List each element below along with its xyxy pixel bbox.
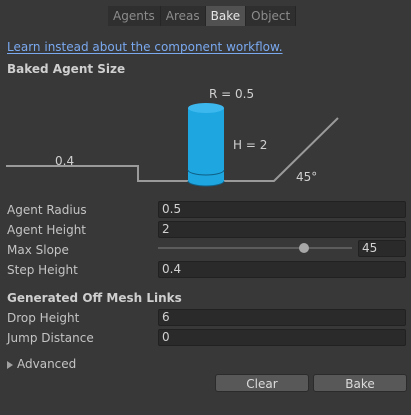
bake-button[interactable]: Bake (313, 374, 407, 392)
slope-label: 45° (296, 170, 317, 184)
navigation-bake-panel: Agents Areas Bake Object Learn instead a… (0, 0, 411, 415)
jump-distance-field[interactable]: 0 (158, 329, 406, 346)
component-workflow-link[interactable]: Learn instead about the component workfl… (7, 40, 283, 54)
drop-height-label: Drop Height (7, 311, 80, 325)
agent-size-diagram: R = 0.5 H = 2 0.4 45° (6, 87, 339, 187)
tab-agents[interactable]: Agents (108, 6, 161, 26)
jump-distance-label: Jump Distance (7, 331, 94, 345)
tab-bake[interactable]: Bake (205, 6, 247, 26)
step-height-label: 0.4 (55, 154, 74, 168)
baked-agent-size-header: Baked Agent Size (7, 62, 126, 76)
clear-button[interactable]: Clear (215, 374, 309, 392)
step-height-field[interactable]: 0.4 (158, 261, 406, 278)
ground-profile (6, 117, 339, 182)
agent-cylinder (187, 103, 225, 187)
max-slope-slider-thumb[interactable] (298, 243, 309, 253)
agent-height-field[interactable]: 2 (158, 221, 406, 238)
max-slope-slider-track[interactable] (158, 247, 352, 249)
radius-label: R = 0.5 (209, 87, 254, 101)
tab-areas[interactable]: Areas (160, 6, 206, 26)
max-slope-label: Max Slope (7, 243, 69, 257)
agent-radius-field[interactable]: 0.5 (158, 201, 406, 218)
advanced-foldout[interactable]: Advanced (7, 355, 76, 373)
foldout-arrow-icon (7, 360, 13, 369)
off-mesh-links-header: Generated Off Mesh Links (7, 291, 182, 305)
tab-object[interactable]: Object (246, 6, 297, 26)
height-label: H = 2 (233, 138, 267, 152)
max-slope-field[interactable]: 45 (358, 240, 406, 257)
navigation-tabs: Agents Areas Bake Object (108, 6, 297, 26)
agent-radius-label: Agent Radius (7, 203, 87, 217)
drop-height-field[interactable]: 6 (158, 309, 406, 326)
step-height-row-label: Step Height (7, 263, 78, 277)
advanced-label: Advanced (17, 357, 77, 371)
agent-height-label: Agent Height (7, 223, 87, 237)
